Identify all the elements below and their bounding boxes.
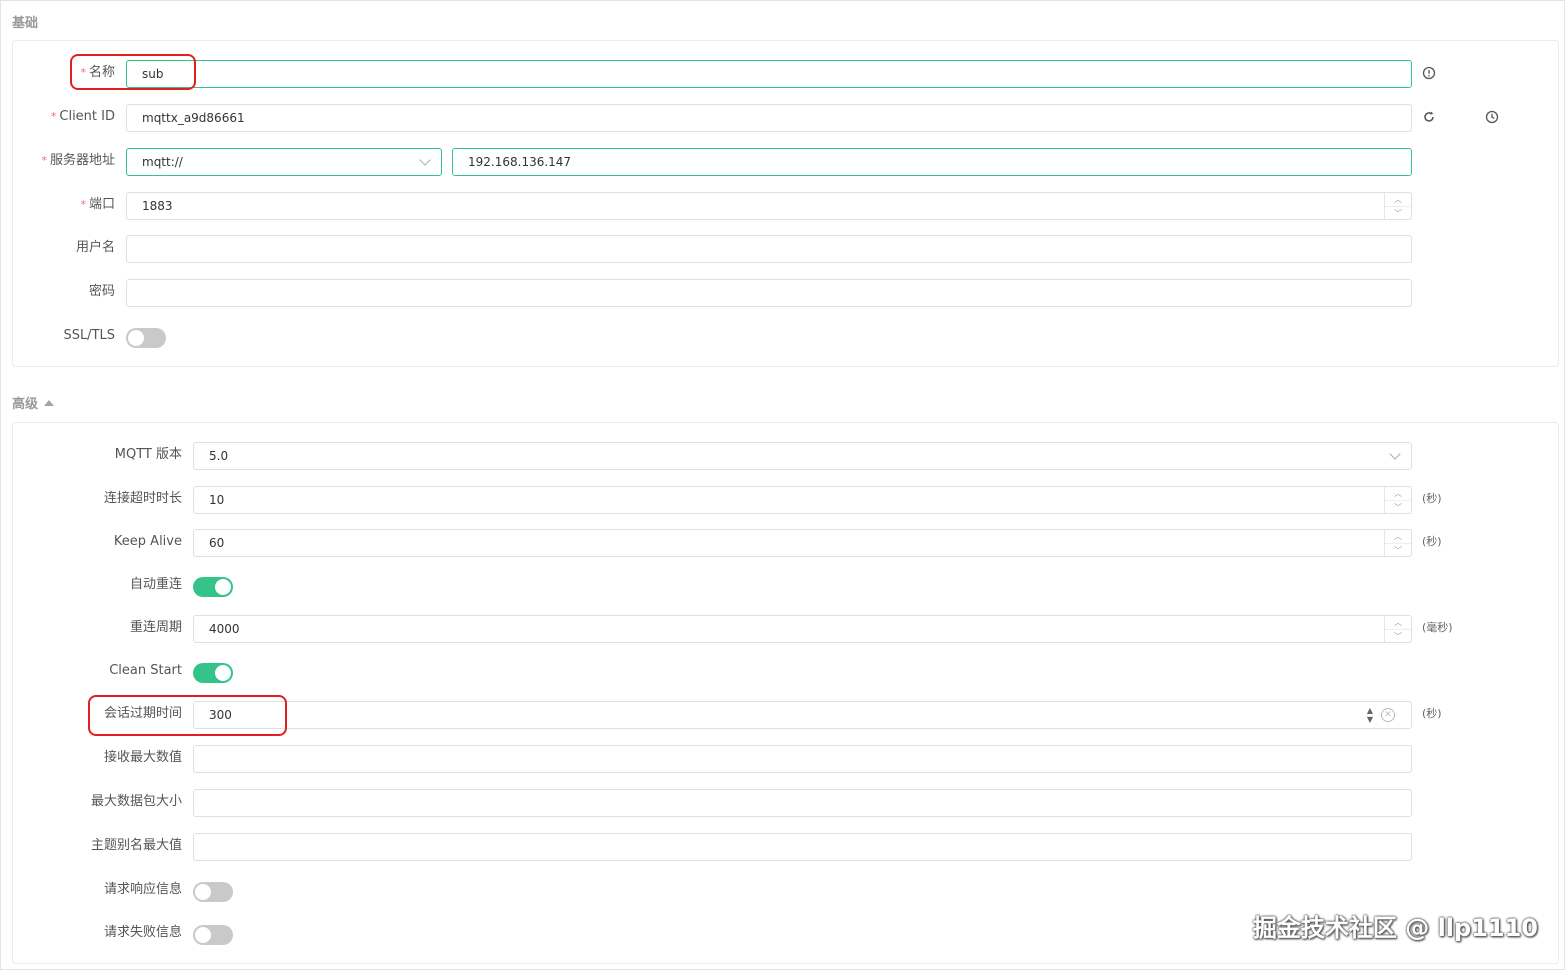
max-packet-input[interactable] — [193, 789, 1412, 817]
chevron-down-icon — [1389, 448, 1401, 460]
keep-alive-stepper[interactable]: ︿ ﹀ — [1384, 530, 1411, 556]
session-expiry-spinner[interactable]: ▲ ▼ — [1365, 706, 1375, 724]
name-input[interactable]: sub — [126, 60, 1412, 88]
chevron-up-icon[interactable]: ︿ — [1385, 616, 1411, 629]
chevron-down-icon[interactable]: ﹀ — [1385, 206, 1411, 219]
username-label: 用户名 — [75, 240, 115, 255]
connect-timeout-input[interactable]: 10 ︿ ﹀ — [193, 486, 1412, 514]
protocol-select[interactable]: mqtt:// — [126, 148, 442, 176]
reconnect-period-stepper[interactable]: ︿ ﹀ — [1384, 616, 1411, 642]
chevron-down-icon[interactable]: ﹀ — [1385, 500, 1411, 513]
port-stepper[interactable]: ︿ ﹀ — [1384, 193, 1411, 219]
section-title-basic: 基础 — [12, 16, 39, 31]
chevron-up-icon[interactable]: ︿ — [1385, 530, 1411, 543]
host-input[interactable]: 192.168.136.147 — [452, 148, 1412, 176]
receive-max-label: 接收最大数值 — [103, 750, 182, 765]
connect-timeout-stepper[interactable]: ︿ ﹀ — [1384, 487, 1411, 513]
session-expiry-unit: (秒) — [1422, 707, 1442, 720]
collapse-arrow-icon[interactable] — [44, 400, 55, 406]
clean-start-label: Clean Start — [109, 663, 182, 678]
username-input[interactable] — [126, 235, 1412, 263]
keep-alive-label: Keep Alive — [113, 534, 182, 549]
auto-reconnect-label: 自动重连 — [129, 577, 182, 592]
password-label: 密码 — [88, 284, 115, 299]
request-problem-toggle[interactable] — [193, 925, 233, 945]
request-response-label: 请求响应信息 — [103, 882, 182, 897]
ssl-label: SSL/TLS — [63, 328, 115, 343]
connect-timeout-label: 连接超时时长 — [103, 491, 182, 506]
server-label: * 服务器地址 — [41, 153, 115, 168]
reconnect-period-input[interactable]: 4000 ︿ ﹀ — [193, 615, 1412, 643]
ssl-toggle[interactable] — [126, 328, 166, 348]
chevron-up-icon[interactable]: ︿ — [1385, 193, 1411, 206]
request-response-toggle[interactable] — [193, 882, 233, 902]
connect-timeout-unit: (秒) — [1422, 492, 1442, 505]
chevron-down-icon[interactable]: ﹀ — [1385, 629, 1411, 642]
connection-settings-panel: 基础 * 名称 sub * Client ID mqttx_a9d86661 * 服务… — [0, 0, 1565, 970]
clean-start-toggle[interactable] — [193, 663, 233, 683]
topic-alias-max-input[interactable] — [193, 833, 1412, 861]
section-title-advanced[interactable]: 高级 — [12, 393, 55, 412]
session-expiry-input[interactable]: 300 ▲ ▼ ✕ — [193, 701, 1412, 729]
request-problem-label: 请求失败信息 — [103, 925, 182, 940]
clock-icon[interactable] — [1485, 110, 1499, 124]
keep-alive-unit: (秒) — [1422, 535, 1442, 548]
receive-max-input[interactable] — [193, 745, 1412, 773]
reconnect-period-label: 重连周期 — [129, 620, 182, 635]
mqtt-version-select[interactable]: 5.0 — [193, 442, 1412, 470]
info-icon[interactable] — [1422, 66, 1436, 80]
port-input[interactable]: 1883 ︿ ﹀ — [126, 192, 1412, 220]
topic-alias-max-label: 主题别名最大值 — [90, 838, 182, 853]
chevron-up-icon[interactable]: ︿ — [1385, 487, 1411, 500]
refresh-icon[interactable] — [1422, 110, 1436, 124]
port-label: * 端口 — [80, 197, 115, 212]
session-expiry-highlight-box — [88, 695, 287, 736]
watermark: 掘金技术社区 @ llp1110 — [1252, 914, 1538, 942]
client-id-input[interactable]: mqttx_a9d86661 — [126, 104, 1412, 132]
reconnect-period-unit: (毫秒) — [1422, 621, 1453, 634]
mqtt-version-label: MQTT 版本 — [114, 447, 182, 462]
keep-alive-input[interactable]: 60 ︿ ﹀ — [193, 529, 1412, 557]
clear-icon[interactable]: ✕ — [1381, 708, 1395, 722]
auto-reconnect-toggle[interactable] — [193, 577, 233, 597]
name-highlight-box — [70, 54, 196, 90]
chevron-down-icon — [419, 154, 431, 166]
password-input[interactable] — [126, 279, 1412, 307]
max-packet-label: 最大数据包大小 — [90, 794, 182, 809]
chevron-down-icon[interactable]: ﹀ — [1385, 543, 1411, 556]
client-id-label: * Client ID — [50, 109, 115, 124]
